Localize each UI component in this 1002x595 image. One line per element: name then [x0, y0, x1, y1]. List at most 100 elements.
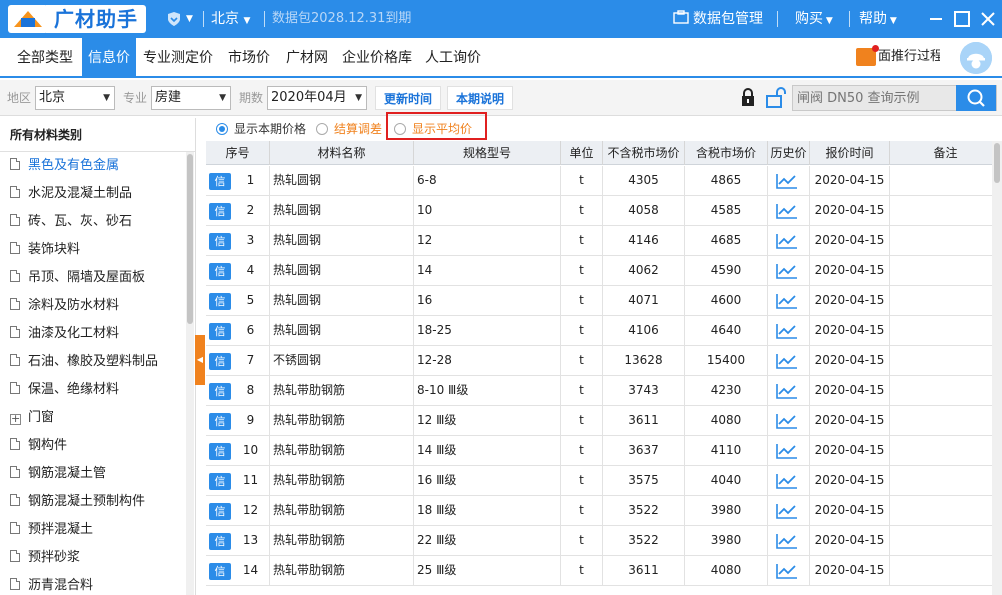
scrollbar-thumb[interactable] — [994, 143, 1000, 183]
period-note-button[interactable]: 本期说明 — [447, 86, 514, 110]
history-price-cell[interactable] — [768, 346, 810, 376]
maximize-button[interactable] — [952, 9, 972, 29]
city-selector[interactable]: 北京 ▼ — [211, 0, 250, 38]
info-badge[interactable]: 信 — [209, 323, 231, 340]
trend-chart-icon[interactable] — [776, 383, 798, 399]
history-price-cell[interactable] — [768, 286, 810, 316]
info-badge[interactable]: 信 — [209, 503, 231, 520]
history-price-cell[interactable] — [768, 376, 810, 406]
history-price-cell[interactable] — [768, 526, 810, 556]
table-row[interactable]: 信 3 热轧圆钢 12 t 4146 4685 2020-04-15 — [206, 226, 1002, 256]
history-price-cell[interactable] — [768, 406, 810, 436]
trend-chart-icon[interactable] — [776, 203, 798, 219]
info-badge[interactable]: 信 — [209, 383, 231, 400]
sidebar-item[interactable]: 油漆及化工材料 — [0, 320, 195, 348]
table-row[interactable]: 信 8 热轧带肋钢筋 8-10 Ⅲ级 t 3743 4230 2020-04-15 — [206, 376, 1002, 406]
trend-chart-icon[interactable] — [776, 533, 798, 549]
tab-all-types[interactable]: 全部类型 — [17, 38, 73, 76]
trend-chart-icon[interactable] — [776, 443, 798, 459]
promo-link[interactable]: 面推行过程 — [856, 45, 940, 69]
table-row[interactable]: 信 4 热轧圆钢 14 t 4062 4590 2020-04-15 — [206, 256, 1002, 286]
search-input[interactable] — [793, 86, 957, 110]
radio-settlement[interactable]: 结算调差 — [316, 121, 382, 137]
shield-caret-icon[interactable]: ▼ — [186, 0, 193, 38]
table-row[interactable]: 信 13 热轧带肋钢筋 22 Ⅲ级 t 3522 3980 2020-04-15 — [206, 526, 1002, 556]
avatar[interactable] — [960, 42, 992, 74]
info-badge[interactable]: 信 — [209, 443, 231, 460]
table-row[interactable]: 信 5 热轧圆钢 16 t 4071 4600 2020-04-15 — [206, 286, 1002, 316]
info-badge[interactable]: 信 — [209, 533, 231, 550]
sidebar-item[interactable]: 钢筋混凝土预制构件 — [0, 488, 195, 516]
tab-market-price[interactable]: 市场价 — [228, 38, 270, 76]
history-price-cell[interactable] — [768, 496, 810, 526]
column-header[interactable]: 序号 — [206, 141, 270, 165]
tab-info-price[interactable]: 信息价 — [82, 38, 136, 76]
sidebar-item[interactable]: 石油、橡胶及塑料制品 — [0, 348, 195, 376]
history-price-cell[interactable] — [768, 226, 810, 256]
info-badge[interactable]: 信 — [209, 173, 231, 190]
column-header[interactable]: 报价时间 — [810, 141, 890, 165]
radio-current-price[interactable]: 显示本期价格 — [216, 121, 306, 137]
trend-chart-icon[interactable] — [776, 293, 798, 309]
sidebar-item[interactable]: 吊顶、隔墙及屋面板 — [0, 264, 195, 292]
table-scrollbar[interactable] — [992, 141, 1002, 595]
info-badge[interactable]: 信 — [209, 473, 231, 490]
sidebar-scrollbar[interactable] — [186, 152, 194, 595]
expand-icon[interactable]: + — [10, 413, 21, 425]
search-button[interactable] — [956, 85, 996, 111]
unlock-icon[interactable] — [764, 86, 788, 110]
collapse-sidebar-button[interactable]: ◀ — [195, 335, 205, 385]
minimize-button[interactable] — [926, 9, 946, 29]
column-header[interactable]: 规格型号 — [414, 141, 561, 165]
sidebar-item[interactable]: 钢筋混凝土管 — [0, 460, 195, 488]
table-row[interactable]: 信 7 不锈圆钢 12-28 t 13628 15400 2020-04-15 — [206, 346, 1002, 376]
region-select[interactable]: 北京 ▼ — [35, 86, 115, 110]
table-row[interactable]: 信 6 热轧圆钢 18-25 t 4106 4640 2020-04-15 — [206, 316, 1002, 346]
help-menu[interactable]: 帮助 ▼ — [859, 0, 897, 38]
shield-dropdown-icon[interactable] — [166, 0, 182, 38]
sidebar-item[interactable]: 保温、绝缘材料 — [0, 376, 195, 404]
trend-chart-icon[interactable] — [776, 563, 798, 579]
column-header[interactable]: 备注 — [890, 141, 1002, 165]
update-time-button[interactable]: 更新时间 — [375, 86, 442, 110]
info-badge[interactable]: 信 — [209, 353, 231, 370]
column-header[interactable]: 单位 — [561, 141, 603, 165]
table-row[interactable]: 信 11 热轧带肋钢筋 16 Ⅲ级 t 3575 4040 2020-04-15 — [206, 466, 1002, 496]
table-row[interactable]: 信 9 热轧带肋钢筋 12 Ⅲ级 t 3611 4080 2020-04-15 — [206, 406, 1002, 436]
column-header[interactable]: 含税市场价 — [685, 141, 768, 165]
table-row[interactable]: 信 1 热轧圆钢 6-8 t 4305 4865 2020-04-15 — [206, 166, 1002, 196]
column-header[interactable]: 历史价 — [768, 141, 810, 165]
table-row[interactable]: 信 2 热轧圆钢 10 t 4058 4585 2020-04-15 — [206, 196, 1002, 226]
column-header[interactable]: 不含税市场价 — [603, 141, 685, 165]
history-price-cell[interactable] — [768, 556, 810, 586]
tab-professional-price[interactable]: 专业测定价 — [143, 38, 213, 76]
info-badge[interactable]: 信 — [209, 413, 231, 430]
history-price-cell[interactable] — [768, 316, 810, 346]
info-badge[interactable]: 信 — [209, 233, 231, 250]
tab-enterprise-price[interactable]: 企业价格库 — [342, 38, 412, 76]
info-badge[interactable]: 信 — [209, 293, 231, 310]
history-price-cell[interactable] — [768, 436, 810, 466]
trend-chart-icon[interactable] — [776, 263, 798, 279]
info-badge[interactable]: 信 — [209, 263, 231, 280]
sidebar-item[interactable]: 涂料及防水材料 — [0, 292, 195, 320]
info-badge[interactable]: 信 — [209, 203, 231, 220]
trend-chart-icon[interactable] — [776, 413, 798, 429]
period-select[interactable]: 2020年04月 ▼ — [267, 86, 367, 110]
buy-menu[interactable]: 购买 ▼ — [795, 0, 833, 38]
scrollbar-thumb[interactable] — [187, 154, 193, 324]
trend-chart-icon[interactable] — [776, 173, 798, 189]
trend-chart-icon[interactable] — [776, 323, 798, 339]
history-price-cell[interactable] — [768, 166, 810, 196]
tab-manual-inquiry[interactable]: 人工询价 — [425, 38, 481, 76]
tab-gcw[interactable]: 广材网 — [286, 38, 328, 76]
trend-chart-icon[interactable] — [776, 353, 798, 369]
sidebar-item[interactable]: 砖、瓦、灰、砂石 — [0, 208, 195, 236]
close-button[interactable] — [978, 9, 998, 29]
sidebar-item[interactable]: 黑色及有色金属 — [0, 152, 195, 180]
lock-icon[interactable] — [740, 88, 756, 108]
data-package-button[interactable]: 数据包管理 — [673, 0, 763, 38]
info-badge[interactable]: 信 — [209, 563, 231, 580]
trend-chart-icon[interactable] — [776, 473, 798, 489]
sidebar-item[interactable]: 水泥及混凝土制品 — [0, 180, 195, 208]
